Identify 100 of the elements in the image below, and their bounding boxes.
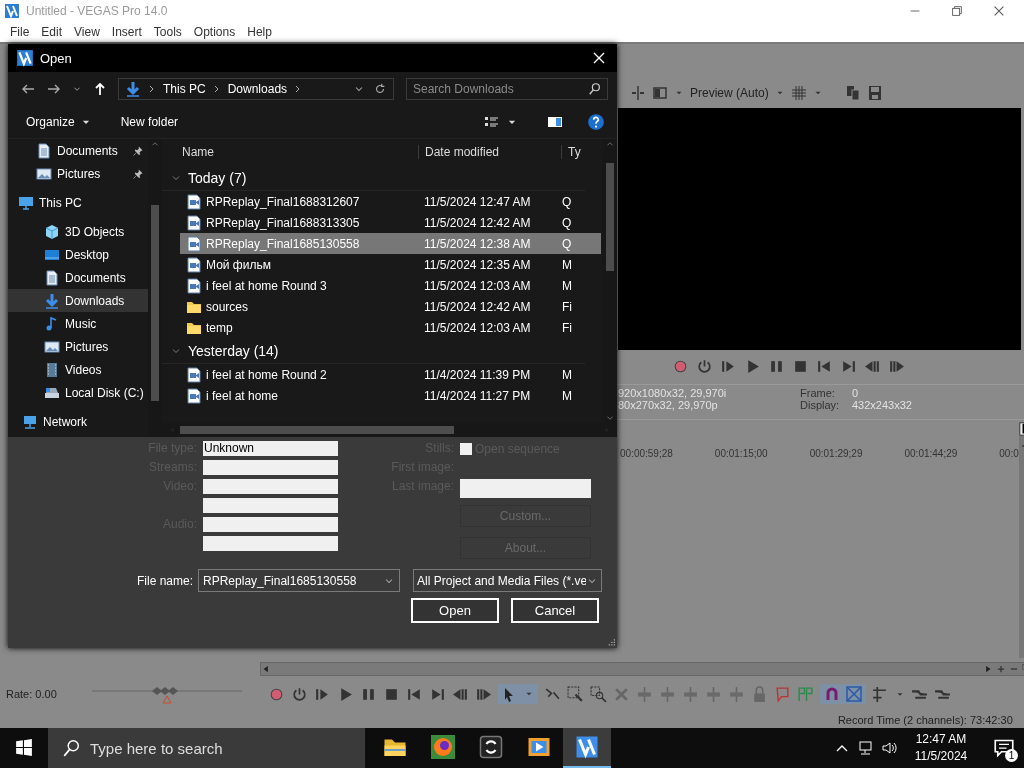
file-row[interactable]: RPReplay_Final1688312607 11/5/2024 12:47 AM Q — [180, 191, 601, 212]
file-name: sources — [206, 299, 249, 314]
picture-icon — [44, 338, 60, 355]
search-icon[interactable] — [588, 82, 602, 96]
display-value: 432x243x32 — [852, 399, 913, 411]
nav-item[interactable]: Downloads — [8, 289, 148, 312]
nav-item[interactable]: Documents — [8, 139, 148, 162]
breadcrumb[interactable]: This PC — [163, 82, 206, 96]
nav-item[interactable]: 3D Objects — [8, 220, 148, 243]
new-folder-button[interactable]: New folder — [120, 115, 179, 129]
cube-icon — [44, 223, 60, 240]
copy-icon[interactable] — [844, 85, 861, 101]
media-file-icon — [186, 193, 202, 210]
taskbar-app-button[interactable] — [563, 728, 611, 768]
menu-item[interactable]: Insert — [105, 25, 148, 39]
loop-icon[interactable] — [291, 685, 308, 703]
file-row[interactable]: sources 11/5/2024 12:42 AM Fi — [180, 296, 601, 317]
magnet-icon[interactable] — [824, 686, 840, 702]
media-file-icon — [186, 256, 202, 273]
search-field[interactable]: Search Downloads — [406, 78, 608, 100]
menu-item[interactable]: Edit — [35, 25, 69, 39]
plus-icon[interactable] — [995, 664, 1006, 674]
column-header[interactable]: Date modified — [418, 145, 561, 159]
speaker-icon[interactable] — [882, 740, 898, 756]
file-name-combobox[interactable]: RPReplay_Final1685130558 — [198, 569, 401, 592]
nav-item[interactable]: Local Disk (C:) — [8, 381, 148, 404]
file-type: M — [562, 388, 573, 403]
sync-icon — [479, 735, 503, 759]
file-row[interactable]: RPReplay_Final1688313305 11/5/2024 12:42 AM Q — [180, 212, 601, 233]
nav-item[interactable]: Pictures — [8, 162, 148, 185]
organize-menu[interactable]: Organize — [26, 115, 91, 129]
file-row[interactable]: i feel at home Round 2 11/4/2024 11:39 PM M — [180, 364, 601, 385]
close-icon[interactable] — [591, 50, 607, 66]
loop-icon[interactable] — [695, 358, 713, 375]
network-icon[interactable] — [858, 740, 874, 756]
project-properties: 920x1080x32, 29,970i — [618, 387, 728, 399]
notification-icon[interactable] — [994, 738, 1014, 758]
document-icon — [44, 269, 60, 286]
file-row[interactable]: RPReplay_Final1685130558 11/5/2024 12:38 AM Q — [180, 233, 601, 254]
preview-quality-dropdown[interactable]: Preview (Auto) — [690, 86, 769, 100]
selection-icon[interactable] — [567, 685, 584, 703]
grid-icon[interactable] — [790, 85, 807, 101]
file-row[interactable]: i feel at home 11/4/2024 11:27 PM M — [180, 385, 601, 406]
play-from-start-icon[interactable] — [719, 358, 737, 375]
menu-item[interactable]: Help — [241, 25, 278, 39]
list-view-icon[interactable] — [483, 114, 499, 130]
nav-item[interactable]: Music — [8, 312, 148, 335]
windows-logo-icon[interactable] — [15, 739, 33, 757]
menu-item[interactable]: View — [68, 25, 106, 39]
horizontal-scrollbar[interactable] — [260, 662, 1024, 676]
column-header[interactable]: Name — [162, 145, 418, 159]
breadcrumb[interactable]: Downloads — [227, 82, 288, 96]
file-type-dropdown[interactable]: All Project and Media Files (*.ve — [413, 569, 603, 592]
media-file-icon — [186, 235, 202, 252]
computer-icon — [18, 194, 34, 211]
frame-label: Frame: — [800, 387, 836, 399]
file-date: 11/5/2024 12:03 AM — [423, 278, 532, 293]
preview-pane-icon[interactable] — [547, 114, 563, 130]
scroll-thumb[interactable] — [605, 163, 614, 271]
ruler-time: 00:0 — [999, 448, 1019, 461]
chevron-icon — [295, 83, 302, 95]
rate-slider[interactable] — [92, 684, 242, 704]
file-date: 11/5/2024 12:42 AM — [423, 215, 532, 230]
skip-back-icon[interactable] — [815, 358, 833, 375]
overlay-icon[interactable] — [652, 85, 668, 101]
nav-item[interactable]: Videos — [8, 358, 148, 381]
column-header[interactable]: Ty — [561, 145, 590, 159]
refresh-icon[interactable] — [373, 82, 387, 96]
previous-frame-icon[interactable] — [863, 358, 881, 375]
save-icon[interactable] — [866, 85, 883, 101]
frame-value: 0 — [852, 387, 860, 399]
slider-thumb[interactable] — [152, 687, 178, 704]
vegas-logo-icon — [16, 49, 34, 67]
dialog-button[interactable]: Cancel — [511, 598, 599, 623]
close-icon[interactable] — [992, 4, 1006, 18]
nav-item[interactable]: Pictures — [8, 335, 148, 358]
dialog-button[interactable]: Open — [411, 598, 499, 623]
file-row[interactable]: i feel at home Round 3 11/5/2024 12:03 AM M — [180, 275, 601, 296]
nav-item[interactable]: Documents — [8, 266, 148, 289]
file-row[interactable]: Мой фильм 11/5/2024 12:35 AM M — [180, 254, 601, 275]
menu-item[interactable]: Tools — [147, 25, 188, 39]
file-row[interactable]: temp 11/5/2024 12:03 AM Fi — [180, 317, 601, 338]
address-bar[interactable]: This PC Downloads — [118, 78, 394, 100]
marker-icon[interactable] — [774, 685, 791, 703]
menu-item[interactable]: Options — [187, 25, 242, 39]
nav-item[interactable]: This PC — [8, 191, 148, 214]
crossfade-icon[interactable] — [846, 686, 862, 702]
nav-item[interactable]: Network — [8, 410, 148, 433]
file-date: 11/5/2024 12:47 AM — [423, 194, 532, 209]
group-header: Yesterday (14) — [188, 342, 279, 359]
scroll-thumb[interactable] — [151, 205, 159, 401]
taskbar-search-field[interactable]: Type here to search — [48, 728, 365, 768]
restore-icon[interactable] — [950, 4, 964, 18]
next-frame-icon[interactable] — [887, 358, 905, 375]
scroll-thumb[interactable] — [180, 426, 454, 434]
menu-item[interactable]: File — [4, 25, 36, 39]
help-icon[interactable] — [587, 113, 605, 131]
media-file-icon — [186, 214, 202, 231]
nav-item[interactable]: Desktop — [8, 243, 148, 266]
split-icon[interactable] — [630, 85, 646, 101]
